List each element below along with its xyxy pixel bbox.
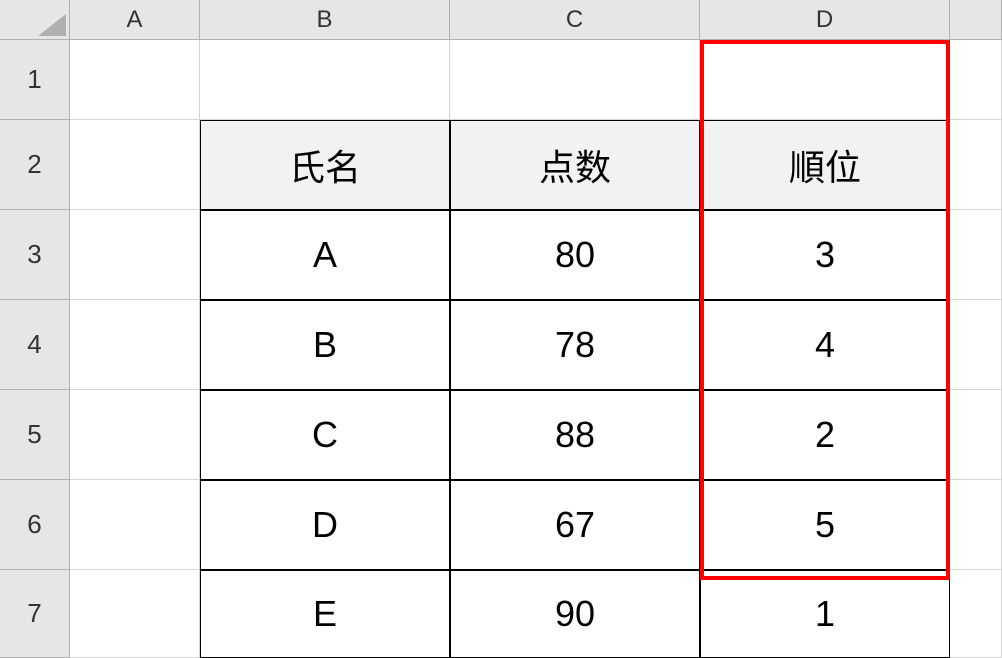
cell-score-3[interactable]: 67 bbox=[450, 480, 700, 570]
row-head-4[interactable]: 4 bbox=[0, 300, 70, 390]
cell-A7[interactable] bbox=[70, 570, 200, 658]
cell-extra-6[interactable] bbox=[950, 480, 1002, 570]
select-all-corner[interactable] bbox=[0, 0, 70, 40]
cell-rank-0[interactable]: 3 bbox=[700, 210, 950, 300]
cell-D1[interactable] bbox=[700, 40, 950, 120]
col-head-D[interactable]: D bbox=[700, 0, 950, 40]
row-head-5[interactable]: 5 bbox=[0, 390, 70, 480]
cell-rank-4[interactable]: 1 bbox=[700, 570, 950, 658]
cell-score-1[interactable]: 78 bbox=[450, 300, 700, 390]
table-header-score[interactable]: 点数 bbox=[450, 120, 700, 210]
cell-extra-4[interactable] bbox=[950, 300, 1002, 390]
cell-score-2[interactable]: 88 bbox=[450, 390, 700, 480]
cell-rank-2[interactable]: 2 bbox=[700, 390, 950, 480]
cell-score-4[interactable]: 90 bbox=[450, 570, 700, 658]
spreadsheet-grid: A B C D 1 2 氏名 点数 順位 3 A 80 3 4 B 78 4 5… bbox=[0, 0, 1002, 658]
cell-A3[interactable] bbox=[70, 210, 200, 300]
row-head-1[interactable]: 1 bbox=[0, 40, 70, 120]
cell-A2[interactable] bbox=[70, 120, 200, 210]
col-head-extra bbox=[950, 0, 1002, 40]
cell-rank-3[interactable]: 5 bbox=[700, 480, 950, 570]
cell-extra-2[interactable] bbox=[950, 120, 1002, 210]
cell-B1[interactable] bbox=[200, 40, 450, 120]
cell-name-2[interactable]: C bbox=[200, 390, 450, 480]
col-head-C[interactable]: C bbox=[450, 0, 700, 40]
cell-C1[interactable] bbox=[450, 40, 700, 120]
cell-extra-3[interactable] bbox=[950, 210, 1002, 300]
cell-A5[interactable] bbox=[70, 390, 200, 480]
table-header-name[interactable]: 氏名 bbox=[200, 120, 450, 210]
cell-A1[interactable] bbox=[70, 40, 200, 120]
cell-A6[interactable] bbox=[70, 480, 200, 570]
col-head-B[interactable]: B bbox=[200, 0, 450, 40]
row-head-3[interactable]: 3 bbox=[0, 210, 70, 300]
cell-name-1[interactable]: B bbox=[200, 300, 450, 390]
cell-name-0[interactable]: A bbox=[200, 210, 450, 300]
col-head-A[interactable]: A bbox=[70, 0, 200, 40]
cell-extra-7[interactable] bbox=[950, 570, 1002, 658]
cell-score-0[interactable]: 80 bbox=[450, 210, 700, 300]
cell-name-4[interactable]: E bbox=[200, 570, 450, 658]
cell-extra-1[interactable] bbox=[950, 40, 1002, 120]
table-header-rank[interactable]: 順位 bbox=[700, 120, 950, 210]
cell-A4[interactable] bbox=[70, 300, 200, 390]
cell-rank-1[interactable]: 4 bbox=[700, 300, 950, 390]
row-head-2[interactable]: 2 bbox=[0, 120, 70, 210]
cell-name-3[interactable]: D bbox=[200, 480, 450, 570]
row-head-7[interactable]: 7 bbox=[0, 570, 70, 658]
row-head-6[interactable]: 6 bbox=[0, 480, 70, 570]
cell-extra-5[interactable] bbox=[950, 390, 1002, 480]
